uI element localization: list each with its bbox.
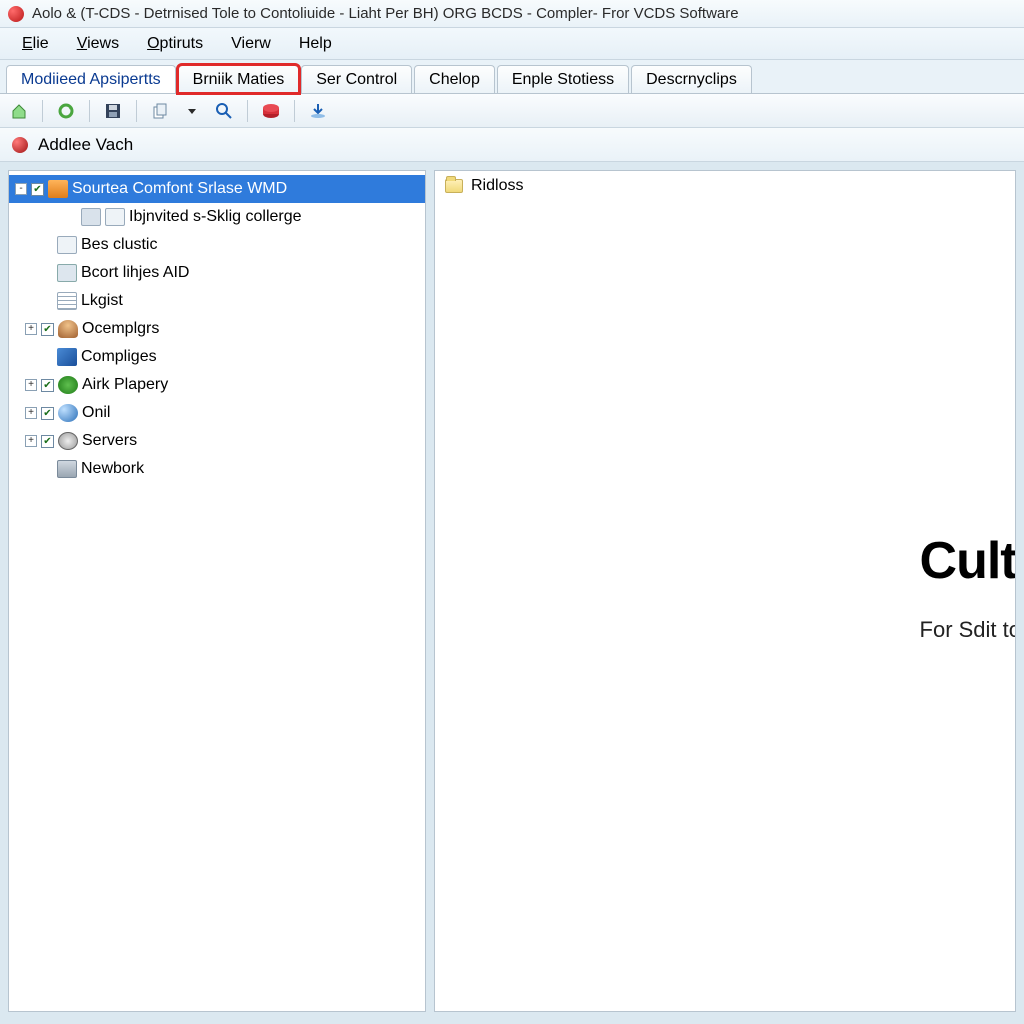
separator [42, 100, 43, 122]
download-icon[interactable] [307, 100, 329, 122]
leaf-icon [58, 376, 78, 394]
folder-plain-icon [57, 236, 77, 254]
tab-brniik-maties[interactable]: Brniik Maties [178, 65, 300, 93]
menu-views-label: iews [87, 35, 119, 52]
card-icon [57, 264, 77, 282]
toolbar [0, 94, 1024, 128]
detail-header: Ridloss [435, 171, 1015, 201]
tree-node[interactable]: Bcort lihjes AID [9, 259, 425, 287]
menu-view[interactable]: Vierw [221, 33, 281, 55]
detail-big-text: Cult For Sdit to [920, 531, 1016, 643]
expander-icon[interactable]: - [15, 183, 27, 195]
tree-node[interactable]: Bes clustic [9, 231, 425, 259]
cube-icon [57, 348, 77, 366]
app-icon [8, 6, 24, 22]
expander-icon[interactable]: + [25, 407, 37, 419]
device-icon [57, 460, 77, 478]
copy-icon[interactable] [149, 100, 171, 122]
tree-node-label: Bes clustic [81, 236, 157, 254]
tree-root[interactable]: - ✔ Sourtea Comfont Srlase WMD [9, 175, 425, 203]
refresh-icon[interactable] [55, 100, 77, 122]
menu-options[interactable]: Optiruts [137, 33, 213, 55]
checkbox[interactable]: ✔ [41, 407, 54, 420]
tree-node-label: Bcort lihjes AID [81, 264, 189, 282]
tab-ser-control[interactable]: Ser Control [301, 65, 412, 93]
tree-node-label: Lkgist [81, 292, 123, 310]
window-title: Aolo & (T-CDS - Detrnised Tole to Contol… [32, 5, 739, 22]
tab-descrnyclips[interactable]: Descrnyclips [631, 65, 752, 93]
person-icon [58, 320, 78, 338]
tree-node-label: Sourtea Comfont Srlase WMD [72, 180, 287, 198]
tree-node[interactable]: + ✔ Onil [9, 399, 425, 427]
separator [247, 100, 248, 122]
tree: - ✔ Sourtea Comfont Srlase WMD Ibjnvited… [9, 175, 425, 483]
tree-node-label: Compliges [81, 348, 157, 366]
expander-icon[interactable]: + [25, 323, 37, 335]
expander-icon[interactable]: + [25, 435, 37, 447]
checkbox[interactable]: ✔ [41, 379, 54, 392]
menu-options-label: ptiruts [160, 35, 204, 52]
save-icon[interactable] [102, 100, 124, 122]
titlebar: Aolo & (T-CDS - Detrnised Tole to Contol… [0, 0, 1024, 28]
menu-file-label: lie [33, 35, 49, 52]
checkbox[interactable]: ✔ [41, 323, 54, 336]
tree-node[interactable]: + ✔ Ocemplgrs [9, 315, 425, 343]
folder-icon [445, 179, 463, 193]
menu-help[interactable]: Help [289, 33, 342, 55]
dropdown-arrow-icon[interactable] [181, 100, 203, 122]
stop-icon[interactable] [260, 100, 282, 122]
tree-node-label: Servers [82, 432, 137, 450]
tree-node-label: Ibjnvited s-Sklig collerge [129, 208, 302, 226]
tab-modified-aspects[interactable]: Modiieed Apsipertts [6, 65, 176, 93]
tab-chelop[interactable]: Chelop [414, 65, 495, 93]
tree-node[interactable]: Lkgist [9, 287, 425, 315]
tree-node[interactable]: + ✔ Servers [9, 427, 425, 455]
tree-node[interactable]: + ✔ Airk Plapery [9, 371, 425, 399]
doc-icon [81, 208, 101, 226]
separator [89, 100, 90, 122]
tree-node-label: Newbork [81, 460, 144, 478]
checkbox[interactable]: ✔ [41, 435, 54, 448]
detail-subheading: For Sdit to [920, 617, 1016, 643]
menubar: Elie Views Optiruts Vierw Help [0, 28, 1024, 60]
tree-node-label: Ocemplgrs [82, 320, 159, 338]
zoom-icon[interactable] [213, 100, 235, 122]
expander-icon[interactable]: + [25, 379, 37, 391]
tree-panel[interactable]: - ✔ Sourtea Comfont Srlase WMD Ibjnvited… [8, 170, 426, 1012]
detail-header-label: Ridloss [471, 177, 523, 195]
separator [136, 100, 137, 122]
tree-node-label: Airk Plapery [82, 376, 168, 394]
checkbox[interactable]: ✔ [31, 183, 44, 196]
globe-icon [58, 404, 78, 422]
tabbar: Modiieed Apsipertts Brniik Maties Ser Co… [0, 60, 1024, 94]
menu-file[interactable]: Elie [12, 33, 59, 55]
detail-heading: Cult [920, 531, 1016, 591]
detail-panel: Ridloss Cult For Sdit to [434, 170, 1016, 1012]
list-icon [57, 292, 77, 310]
card-icon [105, 208, 125, 226]
tree-node[interactable]: Newbork [9, 455, 425, 483]
subheader-title: Addlee Vach [38, 135, 133, 155]
separator [294, 100, 295, 122]
subheader: Addlee Vach [0, 128, 1024, 162]
tree-node[interactable]: Compliges [9, 343, 425, 371]
tree-node[interactable]: Ibjnvited s-Sklig collerge [9, 203, 425, 231]
package-icon [48, 180, 68, 198]
tab-enple-stotiess[interactable]: Enple Stotiess [497, 65, 629, 93]
menu-views[interactable]: Views [67, 33, 129, 55]
record-icon [12, 137, 28, 153]
tree-node-label: Onil [82, 404, 110, 422]
home-icon[interactable] [8, 100, 30, 122]
clock-icon [58, 432, 78, 450]
workspace: - ✔ Sourtea Comfont Srlase WMD Ibjnvited… [0, 162, 1024, 1024]
